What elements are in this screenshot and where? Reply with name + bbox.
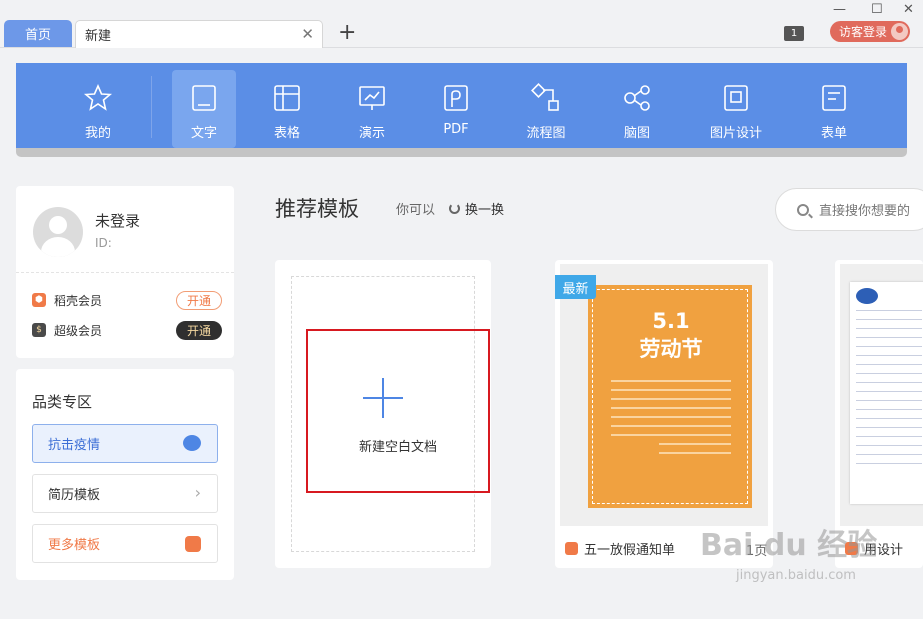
tab-home[interactable]: 首页 bbox=[4, 20, 72, 47]
star-icon bbox=[83, 84, 113, 111]
category-label: 更多模板 bbox=[48, 538, 101, 553]
member-label: 超级会员 bbox=[54, 323, 103, 338]
close-tab-icon[interactable]: ✕ bbox=[301, 25, 314, 43]
category-item-resume[interactable]: 简历模板 › bbox=[32, 474, 218, 513]
template-name-label: 五一放假通知单 bbox=[584, 543, 676, 558]
chevron-right-icon: › bbox=[194, 483, 201, 502]
flowchart-icon bbox=[531, 83, 559, 111]
template-thumbnail bbox=[840, 264, 923, 526]
pdf-icon bbox=[444, 85, 468, 111]
mindmap-icon bbox=[624, 85, 650, 111]
tab-new-label: 新建 bbox=[85, 29, 112, 44]
open-docer-button[interactable]: 开通 bbox=[176, 290, 222, 310]
refresh-label: 换一换 bbox=[465, 203, 505, 218]
docer-icon bbox=[565, 542, 578, 555]
medical-icon bbox=[183, 435, 201, 451]
blank-document-label[interactable]: 新建空白文档 bbox=[306, 436, 490, 455]
logo-icon bbox=[856, 288, 878, 304]
category-card: 品类专区 抗击疫情 简历模板 › 更多模板 bbox=[16, 369, 234, 580]
maximize-icon[interactable]: ☐ bbox=[871, 2, 883, 17]
open-super-button[interactable]: 开通 bbox=[176, 320, 222, 340]
tool-label: 图片设计 bbox=[709, 126, 762, 141]
app-toolbar: 我的 文字 表格 演示 PDF 流程图 脑图 图片设计 表单 bbox=[16, 63, 907, 148]
member-row-docer: ⬢ 稻壳会员 开通 bbox=[32, 289, 222, 311]
poster-image: 5.1 劳动节 bbox=[588, 285, 752, 508]
refresh-button[interactable]: 换一换 bbox=[449, 199, 504, 218]
tab-new[interactable]: 新建 ✕ bbox=[75, 20, 323, 48]
tool-presentation[interactable]: 演示 bbox=[333, 63, 411, 148]
plus-icon[interactable] bbox=[363, 378, 403, 418]
refresh-icon bbox=[449, 203, 460, 214]
user-id: ID: bbox=[95, 236, 112, 250]
category-label: 抗击疫情 bbox=[48, 438, 101, 453]
avatar[interactable] bbox=[33, 207, 83, 257]
watermark-brand: Bai du 经验 bbox=[700, 528, 878, 563]
title-bar: 首页 新建 ✕ + 1 访客登录 — ☐ ✕ bbox=[0, 0, 923, 48]
card-divider bbox=[16, 272, 234, 273]
tool-spreadsheet[interactable]: 表格 bbox=[248, 63, 326, 148]
image-design-icon bbox=[724, 85, 748, 111]
form-icon bbox=[822, 85, 846, 111]
poster-text-lines bbox=[611, 380, 731, 461]
category-item-epidemic[interactable]: 抗击疫情 bbox=[32, 424, 218, 463]
docer-member-icon: ⬢ bbox=[32, 293, 46, 307]
tool-label: 流程图 bbox=[526, 126, 566, 141]
guest-login-button[interactable]: 访客登录 bbox=[830, 21, 910, 42]
minimize-icon[interactable]: — bbox=[833, 2, 846, 17]
table-icon bbox=[274, 85, 300, 111]
search-placeholder: 直接搜你想要的 bbox=[819, 204, 911, 219]
document-page-image bbox=[850, 282, 923, 504]
watermark-url: jingyan.baidu.com bbox=[736, 568, 856, 583]
document-icon bbox=[192, 85, 216, 111]
tool-label: 脑图 bbox=[623, 126, 650, 141]
tool-mine[interactable]: 我的 bbox=[59, 63, 137, 148]
tool-mindmap[interactable]: 脑图 bbox=[598, 63, 676, 148]
close-window-icon[interactable]: ✕ bbox=[903, 2, 914, 17]
new-badge: 最新 bbox=[555, 275, 596, 299]
member-label: 稻壳会员 bbox=[54, 293, 103, 308]
tool-form[interactable]: 表单 bbox=[795, 63, 873, 148]
search-icon bbox=[797, 203, 809, 216]
tool-image-design[interactable]: 图片设计 bbox=[697, 63, 775, 148]
guest-avatar-icon bbox=[891, 23, 908, 40]
tool-label: 文字 bbox=[190, 126, 217, 141]
user-name[interactable]: 未登录 bbox=[95, 210, 140, 231]
category-label: 简历模板 bbox=[48, 488, 101, 503]
template-name: 五一放假通知单 bbox=[565, 539, 675, 558]
add-tab-button[interactable]: + bbox=[338, 20, 356, 46]
template-thumbnail: 5.1 劳动节 bbox=[560, 264, 768, 526]
tool-label: 表格 bbox=[273, 126, 300, 141]
page-title: 推荐模板 bbox=[275, 197, 359, 221]
tool-writer[interactable]: 文字 bbox=[172, 70, 236, 148]
member-row-super: $ 超级会员 开通 bbox=[32, 319, 222, 341]
search-input[interactable]: 直接搜你想要的 bbox=[775, 188, 923, 231]
tool-label: 表单 bbox=[820, 126, 847, 141]
user-card: 未登录 ID: ⬢ 稻壳会员 开通 $ 超级会员 开通 bbox=[16, 186, 234, 358]
tool-label: 演示 bbox=[358, 126, 385, 141]
tool-label: PDF bbox=[443, 122, 469, 137]
presentation-icon bbox=[359, 86, 385, 110]
window-count-badge[interactable]: 1 bbox=[784, 26, 804, 41]
category-title: 品类专区 bbox=[32, 393, 93, 411]
category-item-more[interactable]: 更多模板 bbox=[32, 524, 218, 563]
watermark: Bai du 经验 jingyan.baidu.com bbox=[700, 520, 900, 610]
guest-login-label: 访客登录 bbox=[839, 25, 888, 39]
tool-label: 我的 bbox=[84, 126, 111, 141]
tool-flowchart[interactable]: 流程图 bbox=[507, 63, 585, 148]
hint-label: 你可以 bbox=[396, 203, 436, 218]
poster-title: 5.1 劳动节 bbox=[639, 309, 703, 361]
tool-pdf[interactable]: PDF bbox=[417, 63, 495, 148]
docer-icon bbox=[185, 536, 201, 552]
toolbar-divider bbox=[151, 76, 152, 138]
toolbar-scrollbar[interactable] bbox=[16, 148, 907, 157]
super-member-icon: $ bbox=[32, 323, 46, 337]
